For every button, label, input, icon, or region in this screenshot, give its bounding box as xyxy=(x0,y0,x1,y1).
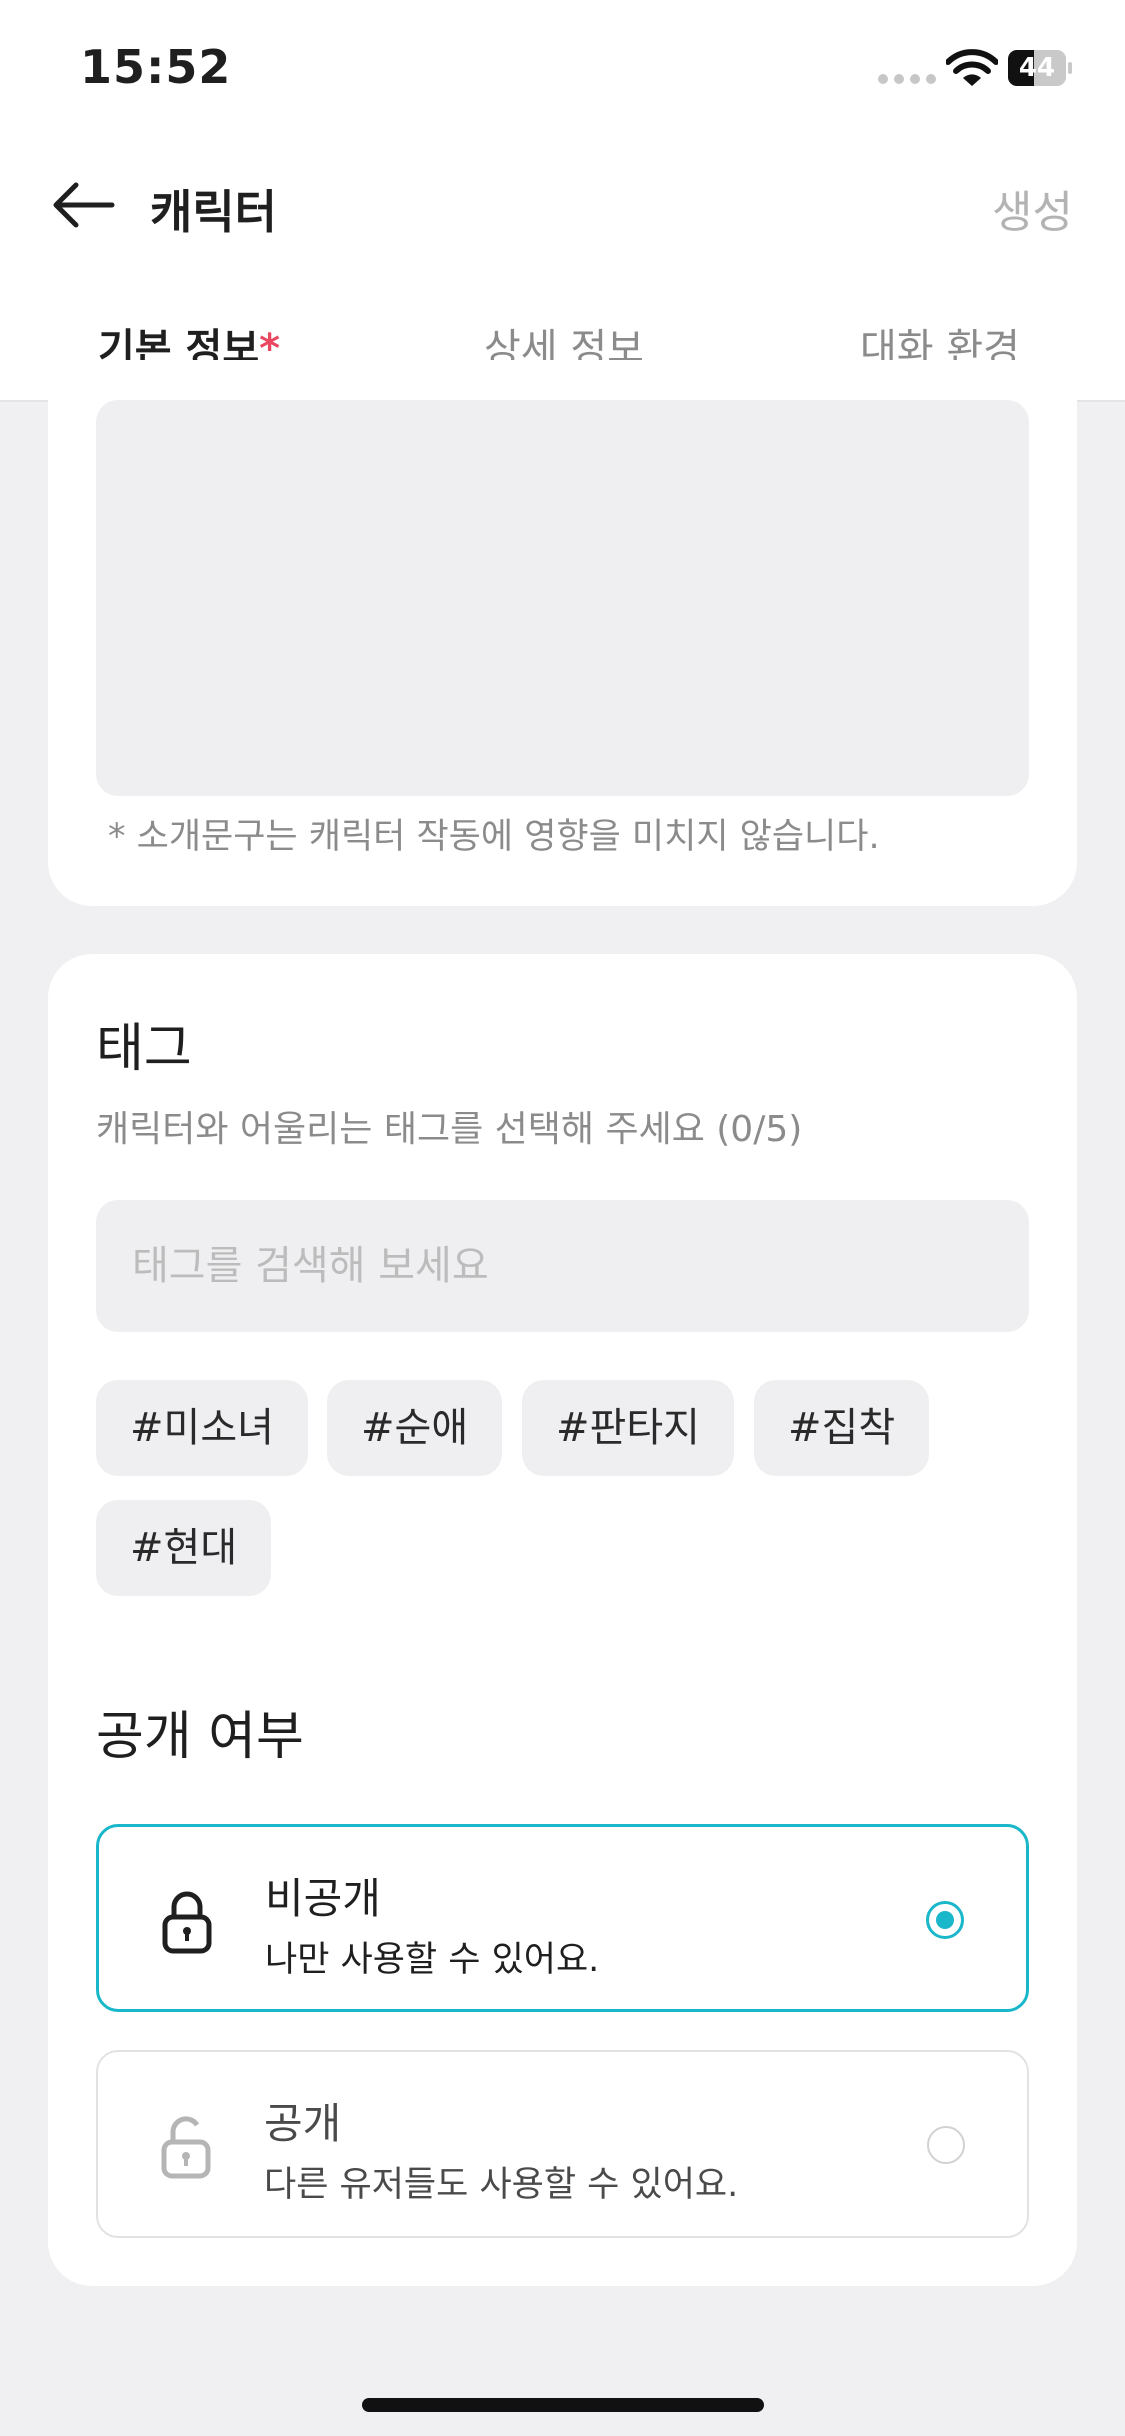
tag-chip[interactable]: #집착 xyxy=(754,1380,930,1476)
lock-icon xyxy=(162,1891,212,1954)
intro-note: * 소개문구는 캐릭터 작동에 영향을 미치지 않습니다. xyxy=(108,817,880,857)
home-indicator xyxy=(362,2398,764,2412)
tag-chip[interactable]: #순애 xyxy=(327,1380,503,1476)
radio-public[interactable] xyxy=(927,2126,965,2164)
tag-search-input[interactable] xyxy=(96,1200,1029,1332)
intro-card: * 소개문구는 캐릭터 작동에 영향을 미치지 않습니다. xyxy=(48,360,1077,906)
option-label: 비공개 xyxy=(265,1874,381,1923)
back-arrow-icon[interactable] xyxy=(48,180,118,230)
status-bar: 15:52 44 xyxy=(0,0,1125,140)
tags-title: 태그 xyxy=(96,1019,192,1079)
visibility-title: 공개 여부 xyxy=(96,1707,304,1767)
option-desc: 나만 사용할 수 있어요. xyxy=(265,1940,600,1980)
cellular-signal-icon xyxy=(878,74,936,84)
radio-private[interactable] xyxy=(926,1901,964,1939)
tag-chip[interactable]: #판타지 xyxy=(522,1380,734,1476)
option-public[interactable]: 공개 다른 유저들도 사용할 수 있어요. xyxy=(96,2050,1029,2238)
app-header: 캐릭터 생성 xyxy=(0,140,1125,270)
option-label: 공개 xyxy=(264,2099,342,2148)
option-private[interactable]: 비공개 나만 사용할 수 있어요. xyxy=(96,1824,1029,2012)
wifi-icon xyxy=(946,49,998,86)
tags-subtitle: 캐릭터와 어울리는 태그를 선택해 주세요 (0/5) xyxy=(96,1109,803,1150)
battery-icon: 44 xyxy=(1008,50,1072,86)
tag-chip[interactable]: #현대 xyxy=(96,1500,272,1596)
battery-level: 44 xyxy=(1018,53,1056,83)
intro-textarea[interactable] xyxy=(96,400,1029,796)
option-desc: 다른 유저들도 사용할 수 있어요. xyxy=(264,2165,739,2205)
page-title: 캐릭터 xyxy=(150,185,277,239)
status-time: 15:52 xyxy=(80,40,232,94)
unlock-icon xyxy=(161,2116,211,2179)
create-button[interactable]: 생성 xyxy=(992,176,1073,240)
tag-chip[interactable]: #미소녀 xyxy=(96,1380,308,1476)
tags-card: 태그 캐릭터와 어울리는 태그를 선택해 주세요 (0/5) #미소녀 #순애 … xyxy=(48,954,1077,2286)
